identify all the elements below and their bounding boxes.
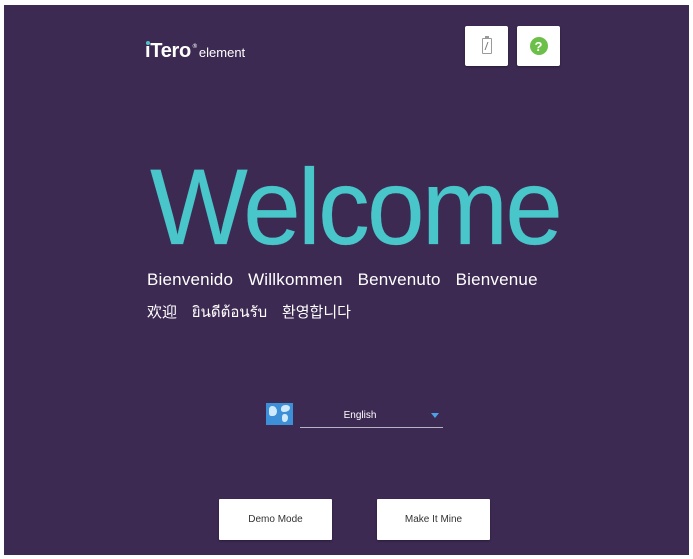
language-selected-value: English (343, 410, 377, 421)
globe-icon (266, 403, 293, 425)
logo-registered-mark: ® (191, 43, 198, 50)
make-it-mine-button[interactable]: Make It Mine (377, 499, 490, 540)
greeting-french: Bienvenue (455, 270, 538, 289)
greeting-spanish: Bienvenido (147, 270, 234, 289)
logo-brand-text: iTero (145, 40, 191, 62)
greeting-korean: 환영합니다 (281, 303, 351, 321)
greetings-line-2: 欢迎 ยินดีต้อนรับ 환영합니다 (147, 300, 361, 324)
chevron-down-icon (431, 413, 439, 418)
help-glyph: ? (534, 38, 543, 54)
greeting-italian: Benvenuto (357, 270, 441, 289)
greeting-thai: ยินดีต้อนรับ (191, 303, 268, 321)
logo-dot (146, 41, 150, 45)
itero-logo: iTero ® element (145, 40, 245, 63)
greeting-chinese: 欢迎 (147, 303, 178, 321)
welcome-title: Welcome (150, 146, 563, 267)
logo-product: element (198, 45, 246, 60)
help-button[interactable]: ? (517, 26, 560, 66)
greetings-line-1: Bienvenido Willkommen Benvenuto Bienvenu… (147, 270, 548, 290)
globe-land-americas (269, 406, 277, 416)
battery-icon (481, 36, 492, 54)
language-dropdown[interactable]: English (300, 409, 443, 428)
demo-mode-button[interactable]: Demo Mode (219, 499, 332, 540)
battery-button[interactable] (465, 26, 508, 66)
logo-brand: iTero (145, 40, 191, 63)
globe-land-africa (282, 414, 288, 422)
help-icon: ? (529, 37, 548, 55)
language-selector-row: English (266, 403, 446, 429)
welcome-screen: iTero ® element ? Welcome Bienvenido Wil… (4, 5, 689, 555)
globe-land-europe (281, 405, 290, 412)
greeting-german: Willkommen (248, 270, 343, 289)
